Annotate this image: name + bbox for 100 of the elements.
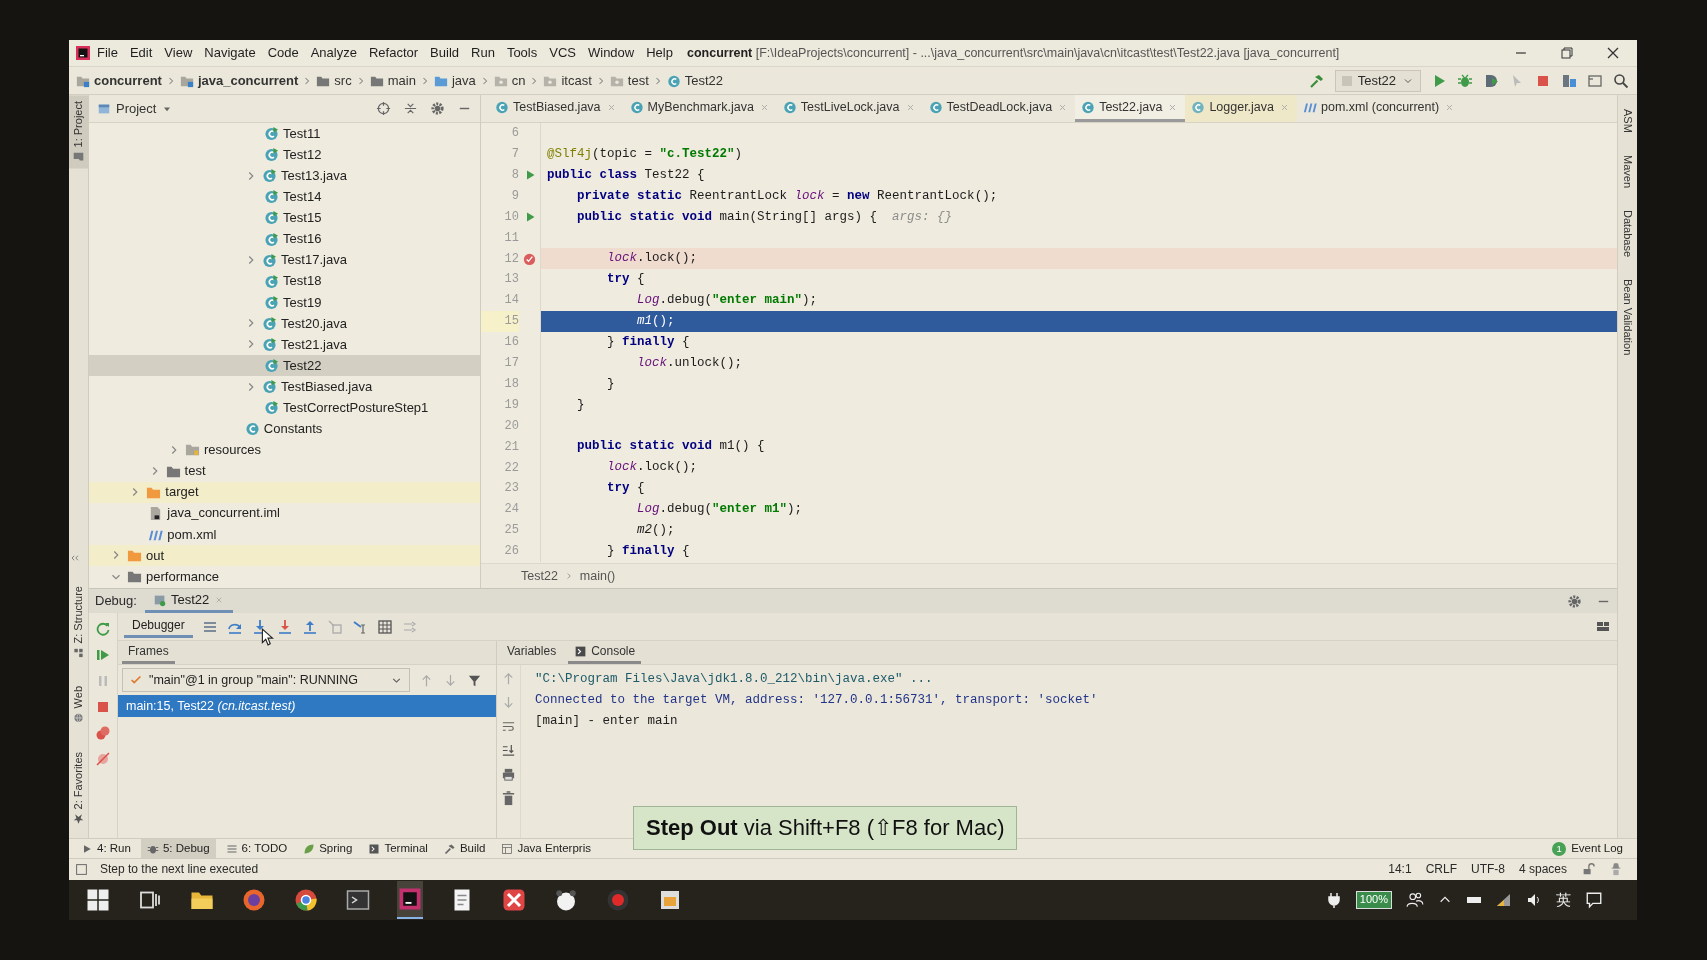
- editor-tab[interactable]: TestBiased.java: [489, 95, 624, 122]
- menu-item[interactable]: Navigate: [198, 44, 262, 62]
- menu-item[interactable]: Run: [465, 44, 501, 62]
- tool-window-tab[interactable]: Bean Validation: [1618, 272, 1637, 362]
- editor-tab[interactable]: Logger.java: [1185, 95, 1298, 122]
- breadcrumb-item[interactable]: main(): [579, 568, 616, 584]
- tool-window-tab[interactable]: Database: [1618, 203, 1637, 263]
- tree-item[interactable]: Test14: [89, 186, 480, 208]
- breadcrumb-item[interactable]: test: [606, 72, 652, 89]
- tree-item[interactable]: out: [89, 544, 480, 566]
- battery-indicator[interactable]: 100%: [1355, 891, 1392, 909]
- breadcrumb-item[interactable]: main: [366, 72, 419, 89]
- terminal-icon[interactable]: [346, 888, 370, 912]
- rerun-icon[interactable]: [95, 621, 111, 637]
- project-structure-icon[interactable]: [1561, 72, 1577, 89]
- breadcrumb-item[interactable]: Test22: [521, 568, 558, 584]
- hammer-icon[interactable]: [1308, 72, 1325, 89]
- menu-item[interactable]: Tools: [500, 44, 544, 62]
- run-config-dropdown[interactable]: Test22: [1334, 69, 1421, 92]
- resume-icon[interactable]: [95, 647, 111, 663]
- tool-window-button[interactable]: Terminal: [362, 839, 434, 858]
- close-icon[interactable]: [1605, 45, 1621, 61]
- menu-item[interactable]: File: [91, 44, 124, 62]
- tool-window-tab[interactable]: ASM: [1618, 103, 1637, 139]
- tool-window-button[interactable]: Spring: [297, 839, 359, 858]
- people-icon[interactable]: [1406, 891, 1424, 909]
- menu-item[interactable]: Window: [581, 44, 641, 62]
- tree-item[interactable]: resources: [89, 439, 480, 461]
- cross-app-icon[interactable]: [502, 888, 526, 912]
- tree-item[interactable]: Test11: [89, 123, 480, 145]
- stop-icon[interactable]: [95, 699, 111, 715]
- layout-icon[interactable]: [1587, 72, 1603, 89]
- editor-tab[interactable]: pom.xml (concurrent): [1297, 95, 1463, 122]
- breadcrumb-item[interactable]: src: [313, 72, 355, 89]
- menu-item[interactable]: Code: [261, 44, 305, 62]
- tool-window-tab[interactable]: 2: Favorites: [69, 745, 88, 830]
- tool-window-button[interactable]: Java Enterpris: [495, 839, 597, 858]
- menu-item[interactable]: Analyze: [304, 44, 363, 62]
- round-app-icon[interactable]: [554, 888, 578, 912]
- tree-item[interactable]: Test22: [89, 355, 480, 377]
- print-icon[interactable]: [501, 767, 516, 782]
- browser-icon[interactable]: [294, 888, 318, 912]
- tree-item[interactable]: Test18: [89, 270, 480, 292]
- tree-item[interactable]: Test20.java: [89, 312, 480, 334]
- menu-item[interactable]: VCS: [543, 44, 582, 62]
- tree-item[interactable]: Test19: [89, 291, 480, 313]
- collapse-icon[interactable]: [403, 101, 418, 116]
- panel-toggle-icon[interactable]: [75, 863, 88, 876]
- tool-window-button[interactable]: 4: Run: [75, 839, 137, 858]
- status-item[interactable]: CRLF: [1425, 862, 1457, 877]
- tree-item[interactable]: Test13.java: [89, 165, 480, 187]
- breadcrumb-item[interactable]: java_concurrent: [176, 72, 302, 89]
- inspector-icon[interactable]: [1609, 862, 1623, 877]
- soft-wrap-icon[interactable]: [501, 719, 516, 734]
- tree-item[interactable]: target: [89, 481, 480, 503]
- force-step-into-icon[interactable]: [276, 618, 293, 635]
- panel-tab[interactable]: Console: [568, 641, 642, 664]
- panel-tab[interactable]: Variables: [501, 641, 563, 664]
- status-item[interactable]: 4 spaces: [1518, 862, 1567, 877]
- tree-item[interactable]: Constants: [89, 418, 480, 440]
- tree-item[interactable]: Test12: [89, 144, 480, 166]
- editor-tab[interactable]: TestDeadLock.java: [922, 95, 1076, 122]
- stack-frame[interactable]: main:15, Test22 (cn.itcast.test): [118, 695, 496, 717]
- tool-window-tab[interactable]: Maven: [1618, 148, 1637, 194]
- tool-window-button[interactable]: 5: Debug: [140, 839, 216, 858]
- search-icon[interactable]: [1613, 72, 1629, 89]
- tree-item[interactable]: Test17.java: [89, 249, 480, 271]
- bug-icon[interactable]: [1457, 72, 1473, 89]
- scroll-to-end-icon[interactable]: [501, 743, 516, 758]
- step-out-icon[interactable]: [301, 618, 318, 635]
- ide-icon[interactable]: [398, 887, 422, 911]
- wifi-icon[interactable]: [1496, 892, 1512, 908]
- frames-tab[interactable]: Frames: [122, 641, 175, 664]
- input-method-indicator[interactable]: 英: [1556, 891, 1571, 909]
- tool-window-tab[interactable]: 1: Project: [69, 95, 88, 169]
- settings-icon[interactable]: [430, 101, 445, 116]
- menu-item[interactable]: View: [158, 44, 199, 62]
- tree-item[interactable]: TestBiased.java: [89, 376, 480, 398]
- volume-icon[interactable]: [1526, 892, 1542, 908]
- breadcrumb-item[interactable]: concurrent: [73, 72, 165, 89]
- tree-item[interactable]: TestCorrectPostureStep1: [89, 397, 480, 419]
- restore-icon[interactable]: [1559, 45, 1575, 61]
- thread-dropdown[interactable]: "main"@1 in group "main": RUNNING: [122, 668, 410, 692]
- breakpoints-icon[interactable]: [95, 725, 111, 741]
- breadcrumb-item[interactable]: java: [430, 72, 479, 89]
- notification-icon[interactable]: [1585, 891, 1603, 909]
- lock-icon[interactable]: [1581, 862, 1595, 877]
- mute-breakpoints-icon[interactable]: [95, 751, 111, 767]
- record-icon[interactable]: [606, 888, 630, 912]
- tree-item[interactable]: Test21.java: [89, 333, 480, 356]
- breadcrumb-item[interactable]: Test22: [663, 72, 727, 89]
- view-dropdown[interactable]: Project: [97, 100, 174, 117]
- tool-window-button[interactable]: 6: TODO: [219, 839, 294, 858]
- tree-item[interactable]: Test16: [89, 228, 480, 250]
- settings-icon[interactable]: [1567, 593, 1582, 609]
- coverage-icon[interactable]: [1483, 72, 1499, 89]
- menu-item[interactable]: Refactor: [362, 44, 425, 62]
- plug-icon[interactable]: [1325, 892, 1342, 908]
- tree-item[interactable]: Test15: [89, 207, 480, 229]
- breadcrumb-item[interactable]: itcast: [540, 72, 595, 89]
